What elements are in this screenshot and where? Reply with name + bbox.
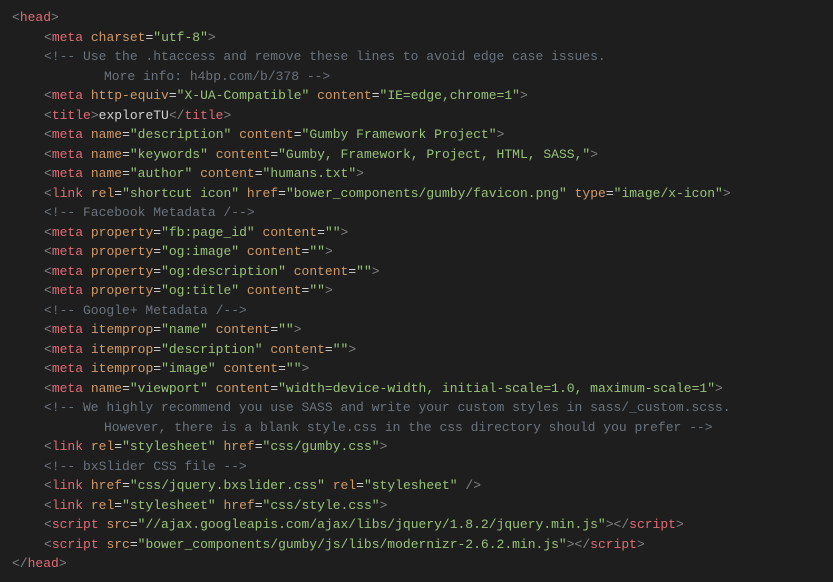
code-editor: <head><meta charset="utf-8"><!-- Use the… — [12, 8, 821, 574]
code-line: <meta property="fb:page_id" content=""> — [12, 223, 821, 243]
code-line: <link rel="stylesheet" href="css/gumby.c… — [12, 437, 821, 457]
code-line: <meta itemprop="name" content=""> — [12, 320, 821, 340]
code-line: <!-- We highly recommend you use SASS an… — [12, 398, 821, 418]
code-line: </head> — [12, 554, 821, 574]
code-line: <meta property="og:title" content=""> — [12, 281, 821, 301]
code-line: <head> — [12, 8, 821, 28]
code-line: However, there is a blank style.css in t… — [12, 418, 821, 438]
code-line: More info: h4bp.com/b/378 --> — [12, 67, 821, 87]
code-line: <meta property="og:description" content=… — [12, 262, 821, 282]
code-line: <meta property="og:image" content=""> — [12, 242, 821, 262]
code-line: <script src="bower_components/gumby/js/l… — [12, 535, 821, 555]
code-line: <link href="css/jquery.bxslider.css" rel… — [12, 476, 821, 496]
code-line: <meta itemprop="description" content=""> — [12, 340, 821, 360]
code-line: <meta itemprop="image" content=""> — [12, 359, 821, 379]
code-line: <title>exploreTU</title> — [12, 106, 821, 126]
code-line: <meta name="author" content="humans.txt"… — [12, 164, 821, 184]
code-line: <meta http-equiv="X-UA-Compatible" conte… — [12, 86, 821, 106]
code-line: <meta name="description" content="Gumby … — [12, 125, 821, 145]
code-line: <!-- Use the .htaccess and remove these … — [12, 47, 821, 67]
code-line: <meta name="keywords" content="Gumby, Fr… — [12, 145, 821, 165]
code-line: <script src="//ajax.googleapis.com/ajax/… — [12, 515, 821, 535]
code-line: <meta name="viewport" content="width=dev… — [12, 379, 821, 399]
code-line: <!-- Facebook Metadata /--> — [12, 203, 821, 223]
code-line: <!-- Google+ Metadata /--> — [12, 301, 821, 321]
code-line: <meta charset="utf-8"> — [12, 28, 821, 48]
code-line: <link rel="stylesheet" href="css/style.c… — [12, 496, 821, 516]
code-line: <link rel="shortcut icon" href="bower_co… — [12, 184, 821, 204]
code-line: <!-- bxSlider CSS file --> — [12, 457, 821, 477]
